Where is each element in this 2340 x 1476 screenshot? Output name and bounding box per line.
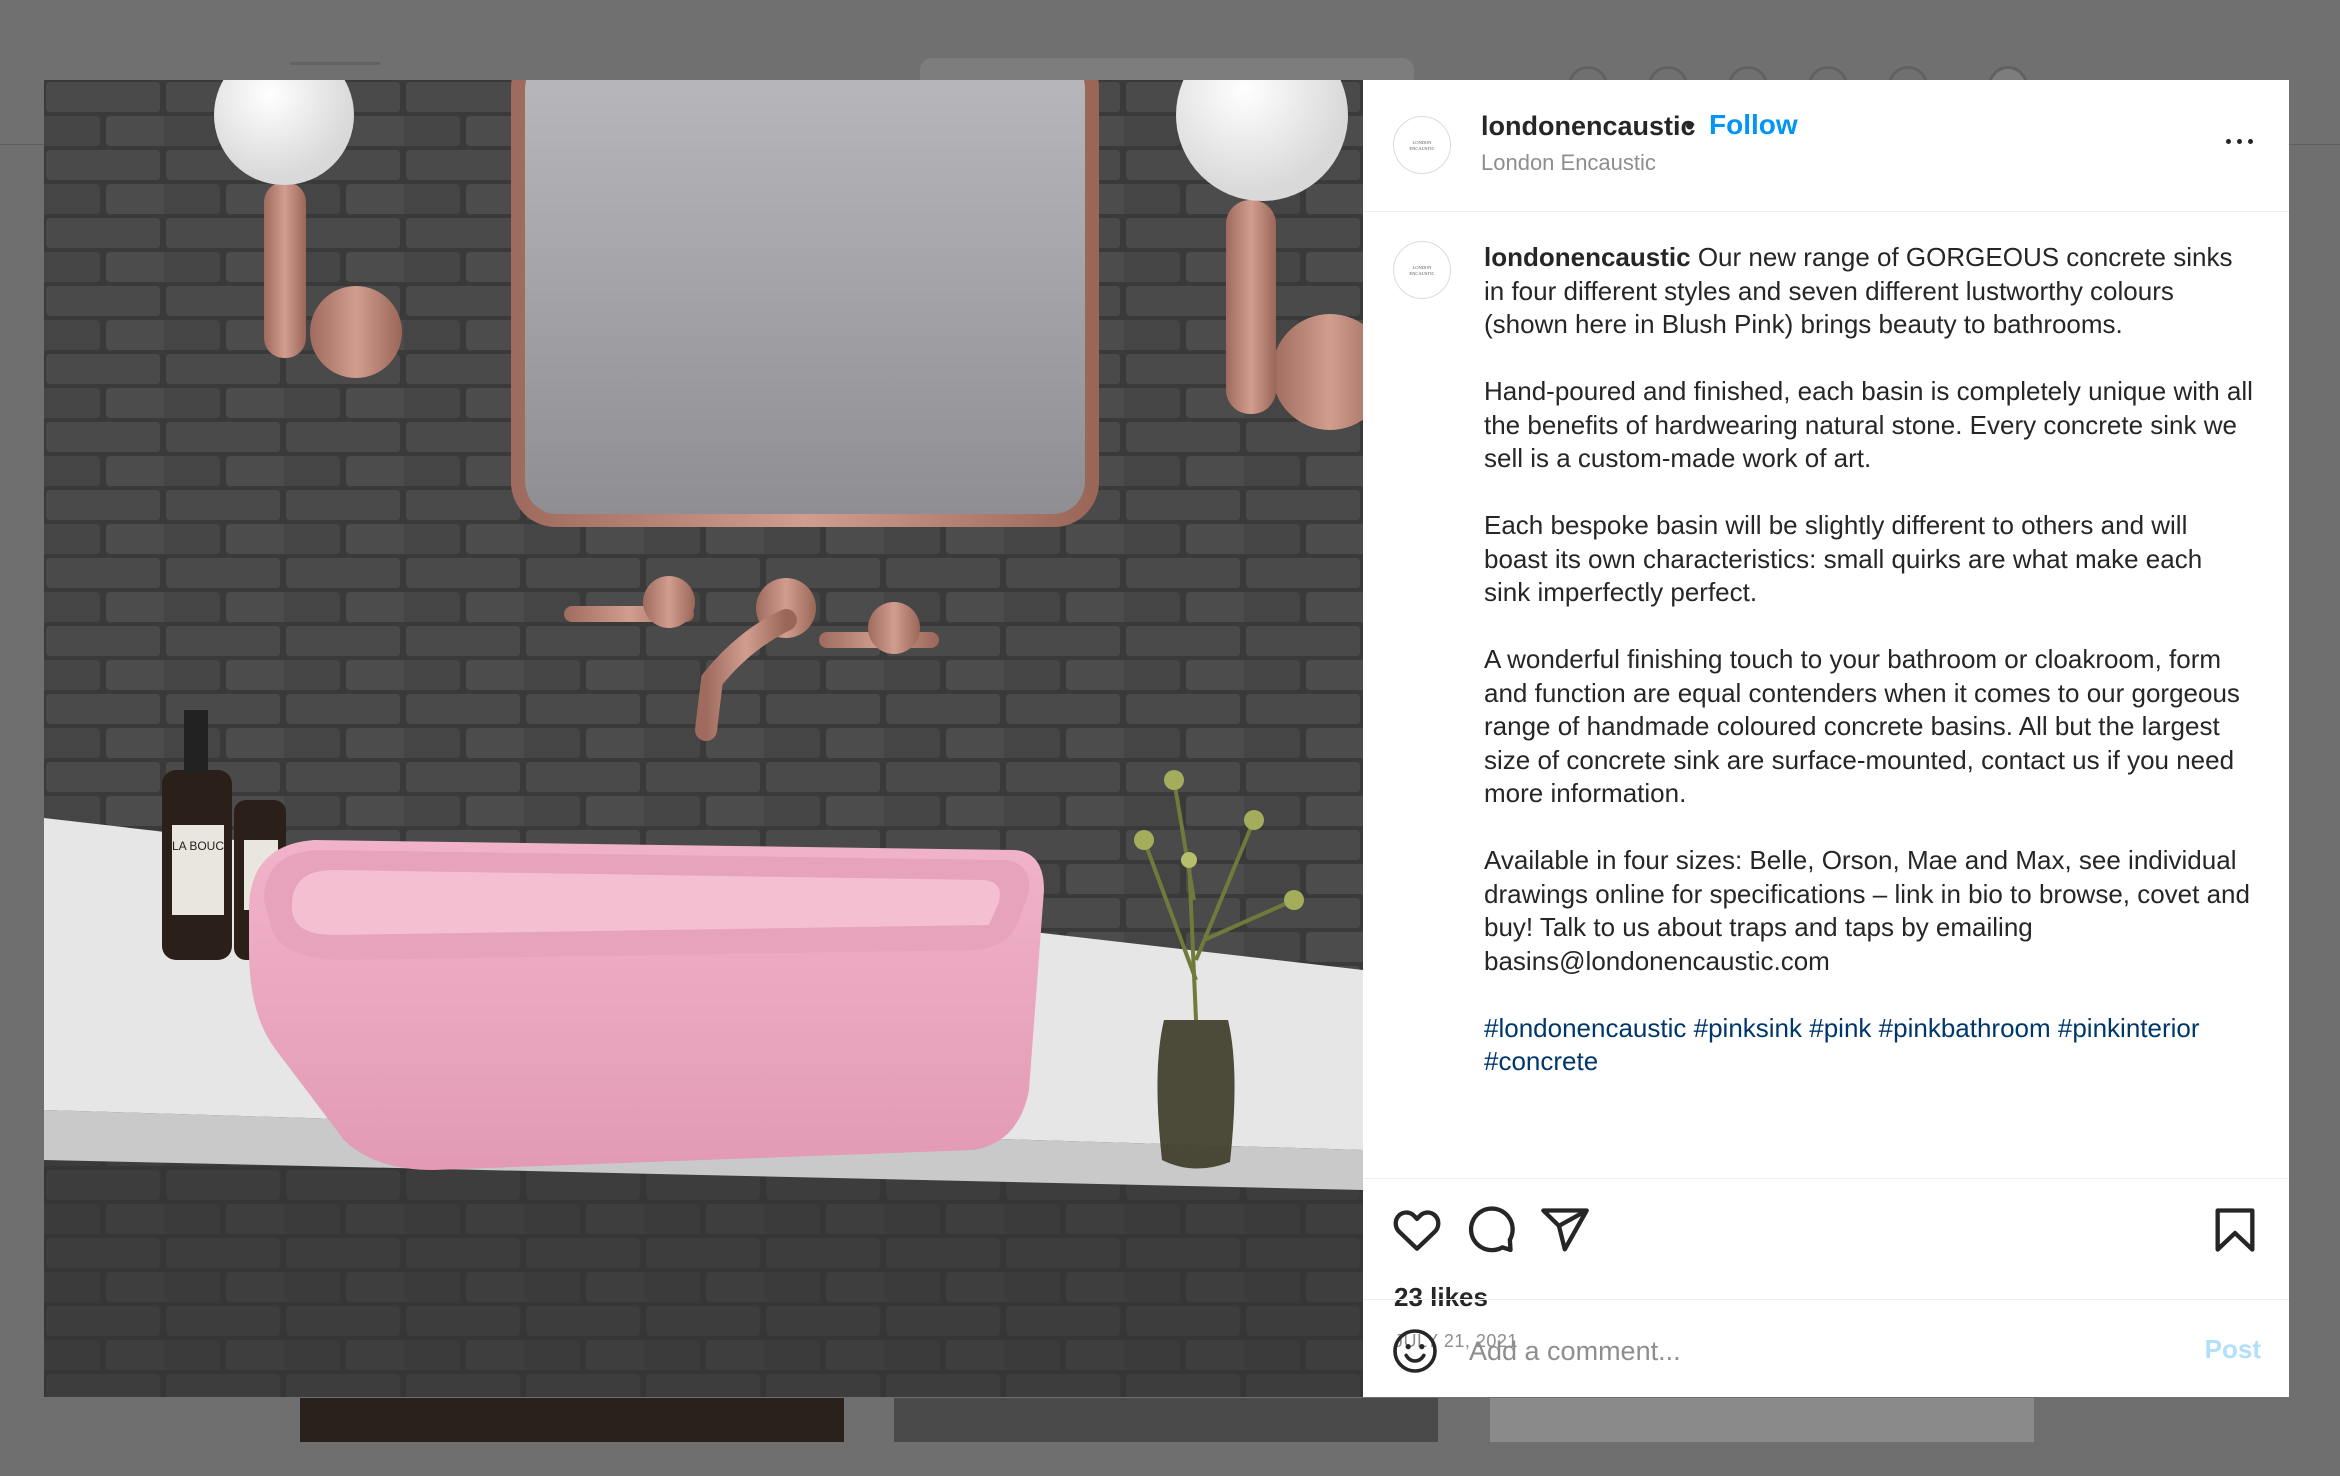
- caption-area: LONDON ENCAUSTIC londonencaustic Our new …: [1363, 211, 2289, 1178]
- hashtag-link[interactable]: #londonencaustic: [1484, 1013, 1686, 1043]
- background-grid-tile: [1490, 1398, 2034, 1442]
- post-photo: LA BOUC: [44, 80, 1363, 1397]
- emoji-icon[interactable]: [1391, 1327, 1439, 1375]
- share-icon[interactable]: [1539, 1204, 1591, 1256]
- caption-username[interactable]: londonencaustic: [1484, 242, 1691, 272]
- hashtag-link[interactable]: #pink: [1809, 1013, 1871, 1043]
- profile-avatar[interactable]: LONDON ENCAUSTIC: [1393, 116, 1451, 174]
- comment-icon[interactable]: [1465, 1204, 1517, 1256]
- caption-paragraph: Available in four sizes: Belle, Orson, M…: [1484, 845, 2250, 976]
- hashtag-list: #londonencaustic #pinksink #pink #pinkba…: [1484, 1012, 2254, 1079]
- bottle-label: LA BOUC: [172, 839, 224, 853]
- heart-icon[interactable]: [1391, 1204, 1443, 1256]
- svg-text:ENCAUSTIC: ENCAUSTIC: [1409, 146, 1434, 151]
- post-header: LONDON ENCAUSTIC londonencaustic • Follow…: [1363, 80, 2289, 212]
- caption-paragraph: Hand-poured and finished, each basin is …: [1484, 376, 2253, 473]
- brand-logo-icon: LONDONENCAUSTIC: [1409, 265, 1434, 276]
- follow-button[interactable]: Follow: [1709, 109, 1798, 141]
- post-subtitle: London Encaustic: [1481, 150, 1656, 175]
- post-details-panel: LONDON ENCAUSTIC londonencaustic • Follow…: [1363, 80, 2289, 1397]
- post-modal: LA BOUC LONDON ENCAUSTIC londonencaustic …: [44, 80, 2289, 1397]
- bookmark-icon[interactable]: [2209, 1204, 2261, 1256]
- svg-text:LONDON: LONDON: [1413, 265, 1433, 270]
- background-grid-tile: [894, 1398, 1438, 1442]
- hashtag-link[interactable]: #pinkinterior: [2058, 1013, 2200, 1043]
- caption-paragraph: A wonderful finishing touch to your bath…: [1484, 644, 2240, 808]
- bathroom-photo: LA BOUC: [44, 80, 1363, 1397]
- background-grid-tile: [300, 1398, 844, 1442]
- brand-logo-icon: LONDONENCAUSTIC: [1409, 140, 1434, 151]
- hashtag-link[interactable]: #pinksink: [1694, 1013, 1802, 1043]
- comment-input[interactable]: [1467, 1328, 2171, 1374]
- svg-text:LONDON: LONDON: [1413, 140, 1433, 145]
- svg-text:ENCAUSTIC: ENCAUSTIC: [1409, 271, 1434, 276]
- more-options-icon[interactable]: [2219, 126, 2259, 156]
- caption-avatar[interactable]: LONDON ENCAUSTIC: [1393, 241, 1451, 299]
- caption-text: londonencaustic Our new range of GORGEOU…: [1484, 241, 2254, 1112]
- comment-bar: Post: [1363, 1299, 2289, 1398]
- hashtag-link[interactable]: #pinkbathroom: [1879, 1013, 2051, 1043]
- hashtag-link[interactable]: #concrete: [1484, 1046, 1598, 1076]
- caption-paragraph: Each bespoke basin will be slightly diff…: [1484, 510, 2203, 607]
- post-comment-button[interactable]: Post: [2205, 1334, 2261, 1365]
- post-username[interactable]: londonencaustic: [1481, 111, 1696, 142]
- separator-dot: •: [1685, 111, 1695, 141]
